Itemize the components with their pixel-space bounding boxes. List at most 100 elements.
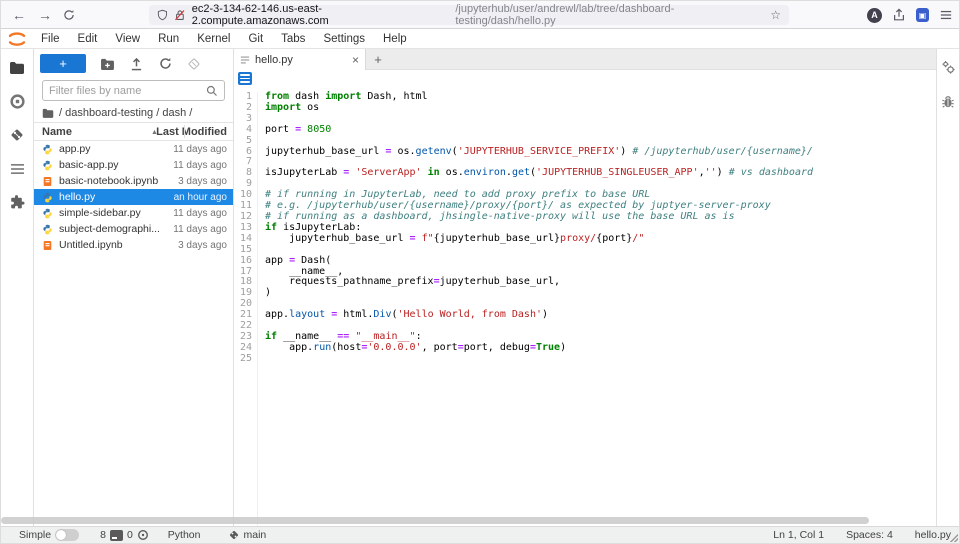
- resize-grip[interactable]: [950, 534, 958, 542]
- file-name: basic-notebook.ipynb: [59, 175, 158, 187]
- menu-settings[interactable]: Settings: [314, 33, 374, 45]
- insecure-lock-icon[interactable]: [174, 9, 186, 21]
- editor-toolbar: [234, 70, 936, 87]
- status-bar: Simple 8 0 Python main Ln 1, Col 1 Space…: [1, 526, 959, 543]
- cursor-position-status[interactable]: Ln 1, Col 1: [773, 529, 824, 541]
- menu-git[interactable]: Git: [239, 33, 272, 45]
- file-browser-tab[interactable]: [7, 57, 27, 77]
- browser-back-button[interactable]: ←: [9, 5, 29, 25]
- file-row-basic-app-py[interactable]: basic-app.py 11 days ago: [34, 157, 233, 173]
- new-folder-button[interactable]: [99, 56, 115, 72]
- terminals-status[interactable]: 8 0: [100, 529, 149, 541]
- menu-items: FileEditViewRunKernelGitTabsSettingsHelp: [32, 33, 416, 45]
- code-line-1: from dash import Dash, html: [265, 92, 813, 103]
- toc-list-icon[interactable]: [238, 72, 252, 85]
- share-icon[interactable]: [892, 8, 906, 22]
- code-line-25: [265, 354, 813, 365]
- bookmark-star-icon[interactable]: ☆: [770, 8, 781, 22]
- code-line-14: jupyterhub_base_url = f"{jupyterhub_base…: [265, 234, 813, 245]
- tab-label: hello.py: [255, 54, 293, 66]
- tab-hello-py[interactable]: hello.py ×: [234, 49, 366, 70]
- browser-forward-button[interactable]: →: [35, 5, 55, 25]
- notebook-file-icon: [42, 176, 53, 187]
- file-row-basic-notebook-ipynb[interactable]: basic-notebook.ipynb 3 days ago: [34, 173, 233, 189]
- menu-file[interactable]: File: [32, 33, 69, 45]
- file-modified: 11 days ago: [169, 208, 227, 219]
- file-row-subject-demographi-[interactable]: subject-demographi... 11 days ago: [34, 221, 233, 237]
- simple-mode-label: Simple: [19, 529, 51, 541]
- file-row-hello-py[interactable]: hello.pyan hour ago: [34, 189, 233, 205]
- extension-shield-icon[interactable]: ▣: [916, 8, 929, 22]
- extensions-tab[interactable]: [7, 193, 27, 213]
- account-avatar[interactable]: A: [867, 8, 882, 23]
- menu-hamburger-icon[interactable]: [939, 9, 953, 21]
- file-row-app-py[interactable]: app.py 11 days ago: [34, 141, 233, 157]
- menu-run[interactable]: Run: [149, 33, 188, 45]
- browser-reload-button[interactable]: [59, 5, 79, 25]
- new-tab-button[interactable]: +: [366, 49, 390, 69]
- refresh-button[interactable]: [157, 56, 173, 72]
- file-filter-input[interactable]: [49, 85, 206, 97]
- new-folder-icon: [100, 58, 115, 70]
- git-tab[interactable]: [7, 125, 27, 145]
- tracking-shield-icon[interactable]: [157, 9, 168, 21]
- new-launcher-button[interactable]: +: [40, 54, 86, 73]
- kernel-language-status[interactable]: Python: [168, 529, 201, 541]
- breadcrumb-path: / dashboard-testing / dash /: [59, 107, 192, 119]
- file-name: subject-demographi...: [59, 223, 160, 235]
- property-inspector-tab[interactable]: [940, 59, 956, 75]
- menu-kernel[interactable]: Kernel: [188, 33, 239, 45]
- file-modified: 11 days ago: [169, 144, 227, 155]
- file-modified: 11 days ago: [169, 224, 227, 235]
- menu-help[interactable]: Help: [374, 33, 416, 45]
- filename-status: hello.py: [915, 529, 951, 541]
- address-bar[interactable]: ec2-3-134-62-146.us-east-2.compute.amazo…: [149, 5, 789, 25]
- menu-view[interactable]: View: [106, 33, 149, 45]
- code-line-15: [265, 245, 813, 256]
- file-modified: an hour ago: [170, 192, 227, 203]
- sort-ascending-icon: ▲: [151, 129, 158, 136]
- git-diamond-icon: [187, 57, 201, 71]
- extension-puzzle-icon: [9, 195, 25, 211]
- simple-mode-toggle[interactable]: [55, 529, 79, 541]
- git-branch-status[interactable]: main: [228, 529, 267, 541]
- code-line-4: port = 8050: [265, 125, 813, 136]
- toggle-knob: [56, 530, 66, 540]
- menu-tabs[interactable]: Tabs: [272, 33, 314, 45]
- file-row-untitled-ipynb[interactable]: Untitled.ipynb3 days ago: [34, 237, 233, 253]
- file-name: app.py: [59, 143, 91, 155]
- kernel-language: Python: [168, 529, 201, 541]
- table-of-contents-tab[interactable]: [7, 159, 27, 179]
- right-sidebar: [936, 49, 959, 528]
- code-editor[interactable]: 1234567891011121314151617181920212223242…: [234, 87, 936, 528]
- file-row-simple-sidebar-py[interactable]: simple-sidebar.py 11 days ago: [34, 205, 233, 221]
- file-modified: 3 days ago: [174, 240, 227, 251]
- indent-setting: Spaces: 4: [846, 529, 893, 541]
- file-list: app.py 11 days ago basic-app.py 11 days ago…: [34, 141, 233, 528]
- code-lines: from dash import Dash, htmlimport os por…: [258, 92, 813, 528]
- close-tab-icon[interactable]: ×: [352, 53, 359, 67]
- horizontal-scrollbar[interactable]: [1, 517, 869, 524]
- column-name[interactable]: Name: [34, 126, 72, 138]
- text-file-icon: [240, 55, 250, 65]
- menu-edit[interactable]: Edit: [69, 33, 107, 45]
- column-last-modified[interactable]: Last Modified: [156, 126, 233, 138]
- indent-status[interactable]: Spaces: 4: [846, 529, 893, 541]
- debugger-tab[interactable]: [940, 93, 956, 109]
- file-name: simple-sidebar.py: [59, 207, 141, 219]
- upload-button[interactable]: [128, 56, 144, 72]
- status-filename: hello.py: [915, 529, 951, 541]
- file-modified: 3 days ago: [174, 176, 227, 187]
- python-file-icon: [42, 224, 53, 235]
- git-action-button[interactable]: [186, 56, 202, 72]
- python-file-icon: [42, 160, 53, 171]
- file-modified: 11 days ago: [169, 160, 227, 171]
- terminal-icon: [110, 530, 123, 541]
- running-sessions-tab[interactable]: [7, 91, 27, 111]
- browser-actions: A ▣: [867, 5, 953, 25]
- tab-bar: hello.py × +: [234, 49, 936, 70]
- file-name: basic-app.py: [59, 159, 119, 171]
- terminal-count: 8: [100, 529, 106, 541]
- code-line-19: ): [265, 288, 813, 299]
- breadcrumb[interactable]: / dashboard-testing / dash /: [34, 104, 233, 122]
